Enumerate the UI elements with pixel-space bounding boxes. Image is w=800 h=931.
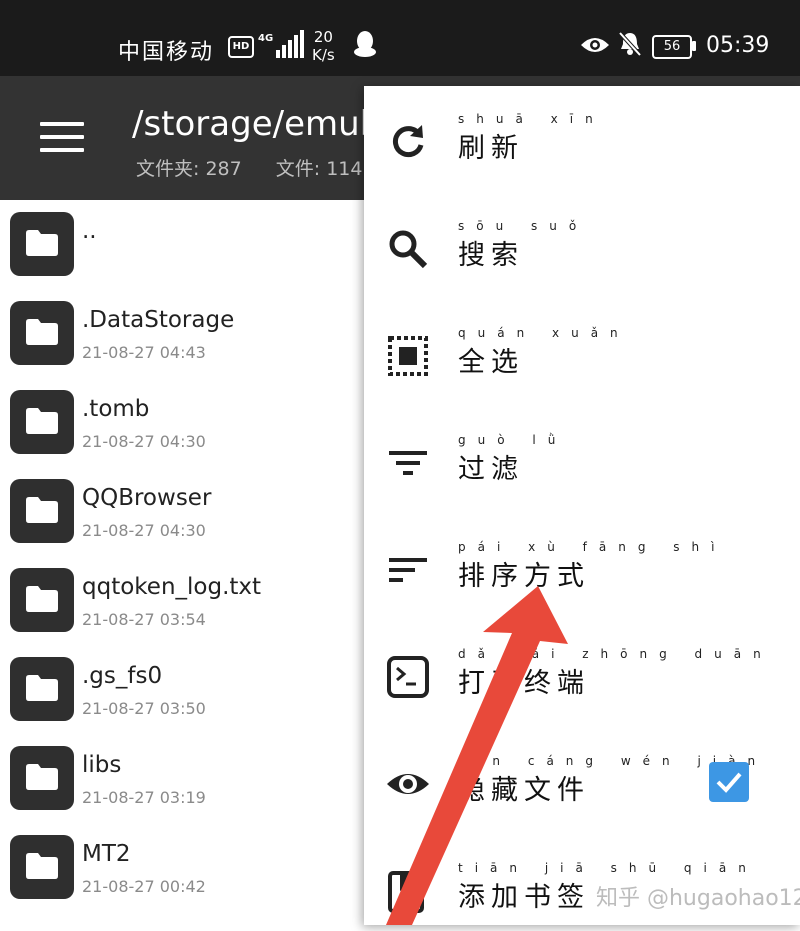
speed-unit: K/s	[312, 46, 335, 64]
folder-icon	[10, 657, 74, 721]
qq-icon	[354, 31, 376, 57]
menu-item-terminal[interactable]: dǎ kāi zhōng duān 打开终端	[364, 627, 800, 717]
menu-label: 全选	[458, 347, 524, 378]
speed-value: 20	[313, 28, 333, 46]
folder-icon	[10, 301, 74, 365]
file-date: 21-08-27 04:43	[82, 343, 206, 362]
battery-nub	[692, 41, 696, 51]
status-bar: 中国移动 HD 4G 20 K/s 56 05:39	[0, 0, 800, 76]
menu-pinyin: pái xù fāng shì	[458, 540, 727, 554]
filter-icon	[389, 451, 427, 475]
battery-icon: 56	[652, 35, 692, 59]
file-date: 21-08-27 03:50	[82, 699, 206, 718]
overflow-menu: shuā xīn 刷新 sōu suǒ 搜索 quán xuǎn 全选 guò …	[364, 86, 800, 925]
menu-pinyin: tiān jiā shū qiān	[458, 861, 758, 875]
file-date: 21-08-27 00:42	[82, 877, 206, 896]
file-name: ..	[82, 218, 97, 244]
folder-count: 文件夹: 287	[136, 158, 242, 180]
search-icon	[389, 230, 428, 269]
menu-pinyin: guò lǜ	[458, 433, 568, 447]
menu-pinyin: shuā xīn	[458, 112, 605, 126]
menu-item-filter[interactable]: guò lǜ 过滤	[364, 413, 800, 503]
menu-item-search[interactable]: sōu suǒ 搜索	[364, 199, 800, 289]
hamburger-menu-icon[interactable]	[40, 122, 84, 152]
eye-icon	[387, 774, 429, 794]
file-date: 21-08-27 04:30	[82, 521, 206, 540]
menu-label: 刷新	[458, 133, 524, 164]
menu-pinyin: dǎ kāi zhōng duān	[458, 647, 773, 661]
file-name: MT2	[82, 841, 131, 867]
folder-icon	[10, 746, 74, 810]
folder-icon	[10, 835, 74, 899]
menu-label: 搜索	[458, 240, 524, 271]
file-name: .gs_fs0	[82, 663, 163, 689]
menu-label: 过滤	[458, 454, 524, 485]
menu-item-refresh[interactable]: shuā xīn 刷新	[364, 92, 800, 182]
file-count: 文件: 114	[275, 158, 363, 180]
file-name: .tomb	[82, 396, 150, 422]
menu-label: 添加书签	[458, 882, 590, 913]
file-name: .DataStorage	[82, 307, 235, 333]
eye-icon	[581, 38, 609, 52]
menu-pinyin: quán xuǎn	[458, 326, 630, 340]
current-path: /storage/emula	[132, 104, 390, 144]
bell-off-icon	[618, 31, 642, 57]
folder-icon	[10, 390, 74, 454]
folder-icon	[10, 212, 74, 276]
file-date: 21-08-27 04:30	[82, 432, 206, 451]
menu-item-sort[interactable]: pái xù fāng shì 排序方式	[364, 520, 800, 610]
item-counts: 文件夹: 287 文件: 114	[136, 154, 390, 181]
menu-label: 排序方式	[458, 561, 590, 592]
clock: 05:39	[706, 33, 770, 58]
bookmark-icon	[388, 871, 424, 913]
terminal-icon	[387, 656, 429, 698]
folder-icon	[10, 479, 74, 543]
checkmark-icon	[716, 772, 742, 793]
file-date: 21-08-27 03:19	[82, 788, 206, 807]
select-all-icon	[388, 336, 428, 376]
menu-label: 打开终端	[458, 668, 590, 699]
refresh-icon	[392, 125, 424, 158]
hidden-files-checkbox[interactable]	[709, 762, 749, 802]
file-name: libs	[82, 752, 122, 778]
menu-pinyin: sōu suǒ	[458, 219, 589, 233]
file-date: 21-08-27 03:54	[82, 610, 206, 629]
network-speed: 20 K/s	[312, 28, 335, 64]
network-type: 4G	[258, 33, 274, 44]
menu-label: 隐藏文件	[458, 775, 590, 806]
signal-icon	[276, 30, 304, 58]
hd-icon: HD	[228, 36, 254, 58]
folder-icon	[10, 568, 74, 632]
file-name: QQBrowser	[82, 485, 212, 511]
watermark: 知乎 @hugaohao123	[596, 886, 800, 911]
sort-icon	[389, 558, 427, 582]
menu-item-select-all[interactable]: quán xuǎn 全选	[364, 306, 800, 396]
carrier-name: 中国移动	[118, 40, 215, 65]
menu-item-show-hidden[interactable]: yǐn cáng wén jiàn 隐藏文件	[364, 734, 800, 824]
file-name: qqtoken_log.txt	[82, 574, 262, 600]
